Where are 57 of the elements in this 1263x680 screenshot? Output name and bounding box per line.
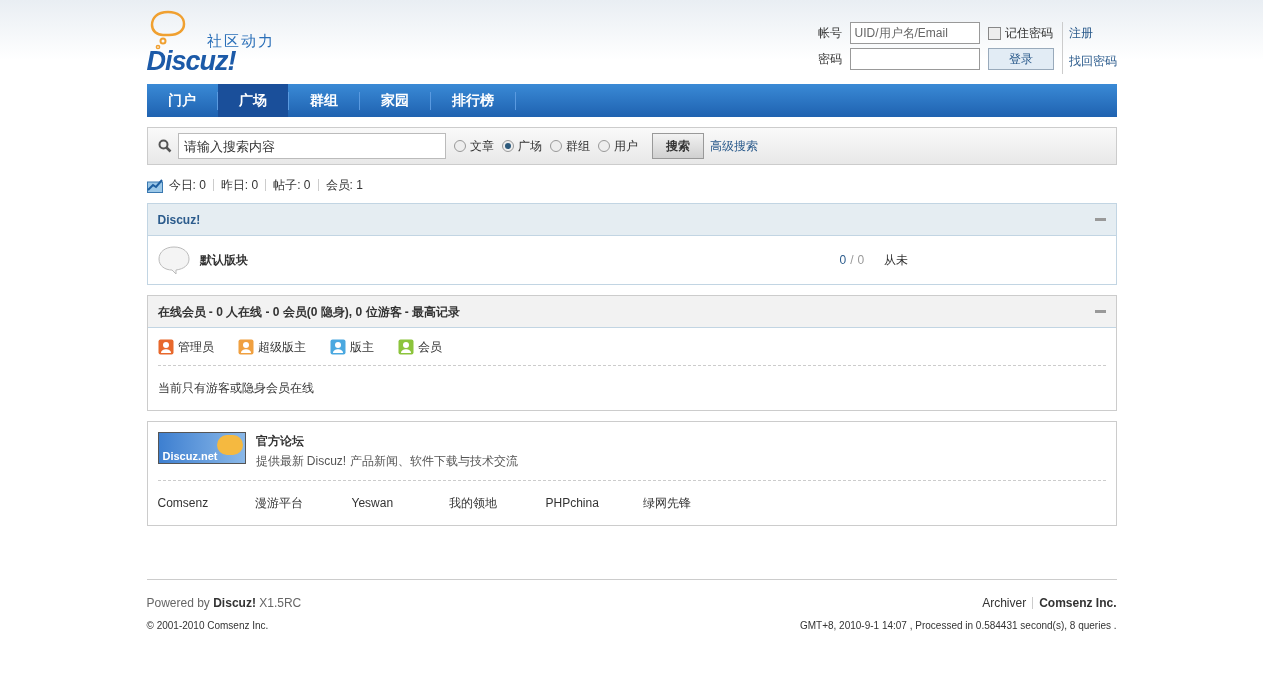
footer-link[interactable]: Comsenz Inc.: [1039, 594, 1117, 612]
search-icon: [157, 139, 172, 153]
password-field[interactable]: [849, 48, 980, 70]
copyright-text: © 2001-2010 Comsenz Inc.: [146, 619, 270, 633]
legend-label: 版主: [349, 338, 374, 356]
remember-checkbox[interactable]: 记住密码: [987, 24, 1054, 42]
nav-tab[interactable]: 门户: [146, 84, 217, 117]
count-separator: /: [850, 252, 854, 269]
logo[interactable]: 社区动力 Discuz!: [146, 10, 287, 76]
legend-label: 会员: [417, 338, 442, 356]
password-label: 密码: [817, 51, 842, 68]
login-link[interactable]: 找回密码: [1068, 52, 1117, 70]
friend-link[interactable]: 绿网先锋: [642, 494, 740, 512]
nav-tab[interactable]: 群组: [288, 84, 359, 117]
nav-tab[interactable]: 广场: [217, 84, 288, 117]
links-title[interactable]: 官方论坛: [255, 432, 518, 450]
legend-label: 超级版主: [257, 338, 306, 356]
online-note: 当前只有游客或隐身会员在线: [157, 380, 315, 397]
thread-count: 0: [839, 252, 847, 269]
account-label: 帐号: [817, 25, 842, 42]
friend-link[interactable]: PHPchina: [545, 494, 643, 512]
login-button[interactable]: 登录: [987, 48, 1054, 70]
search-field[interactable]: 请输入搜索内容: [177, 133, 446, 159]
processed-text: GMT+8, 2010-9-1 14:07 , Processed in 0.584431 second(s), 8 queries .: [799, 619, 1117, 633]
friend-link[interactable]: Yeswan: [351, 494, 449, 512]
online-members-title: 在线会员 - 0 人在线 - 0 会员(0 隐身), 0 位游客 - 最高记录: [157, 303, 461, 321]
logo-tagline: 社区动力: [206, 31, 275, 50]
speech-bubble-icon: [148, 10, 187, 50]
stat-text: 会员: 1: [325, 177, 363, 194]
stat-text: 帖子: 0: [273, 177, 311, 194]
search-type-radio[interactable]: 广场: [501, 137, 542, 155]
collapse-icon[interactable]: [1094, 218, 1106, 221]
footer-link[interactable]: Archiver: [982, 594, 1027, 612]
search-button[interactable]: 搜索: [651, 133, 704, 159]
nav-tab[interactable]: 家园: [359, 84, 430, 117]
collapse-icon[interactable]: [1094, 310, 1106, 313]
friend-link[interactable]: 漫游平台: [254, 494, 352, 512]
links-description: 提供最新 Discuz! 产品新闻、软件下载与技术交流: [255, 453, 518, 470]
forum-name[interactable]: 默认版块: [199, 251, 840, 269]
forum-last-post: 从未: [884, 252, 909, 269]
legend-label: 管理员: [177, 338, 214, 356]
category-title[interactable]: Discuz!: [157, 210, 201, 229]
stat-text: 昨日: 0: [220, 177, 259, 194]
chart-icon: [146, 177, 163, 193]
post-count: 0: [857, 252, 865, 269]
powered-by-text: Powered by Discuz! X1.5RC: [146, 595, 302, 612]
friend-link[interactable]: Comsenz: [157, 494, 255, 512]
search-type-radio[interactable]: 文章: [453, 137, 494, 155]
friend-link[interactable]: 我的领地: [448, 494, 546, 512]
nav-tab[interactable]: 排行榜: [430, 84, 515, 117]
login-link[interactable]: 注册: [1068, 24, 1117, 42]
speech-bubble-icon: [157, 245, 190, 275]
account-field[interactable]: UID/用户名/Email: [849, 22, 980, 44]
advanced-search-link[interactable]: 高级搜索: [709, 137, 758, 155]
search-type-radio[interactable]: 用户: [597, 137, 638, 155]
stat-text: 今日: 0: [168, 177, 206, 194]
search-type-radio[interactable]: 群组: [549, 137, 590, 155]
